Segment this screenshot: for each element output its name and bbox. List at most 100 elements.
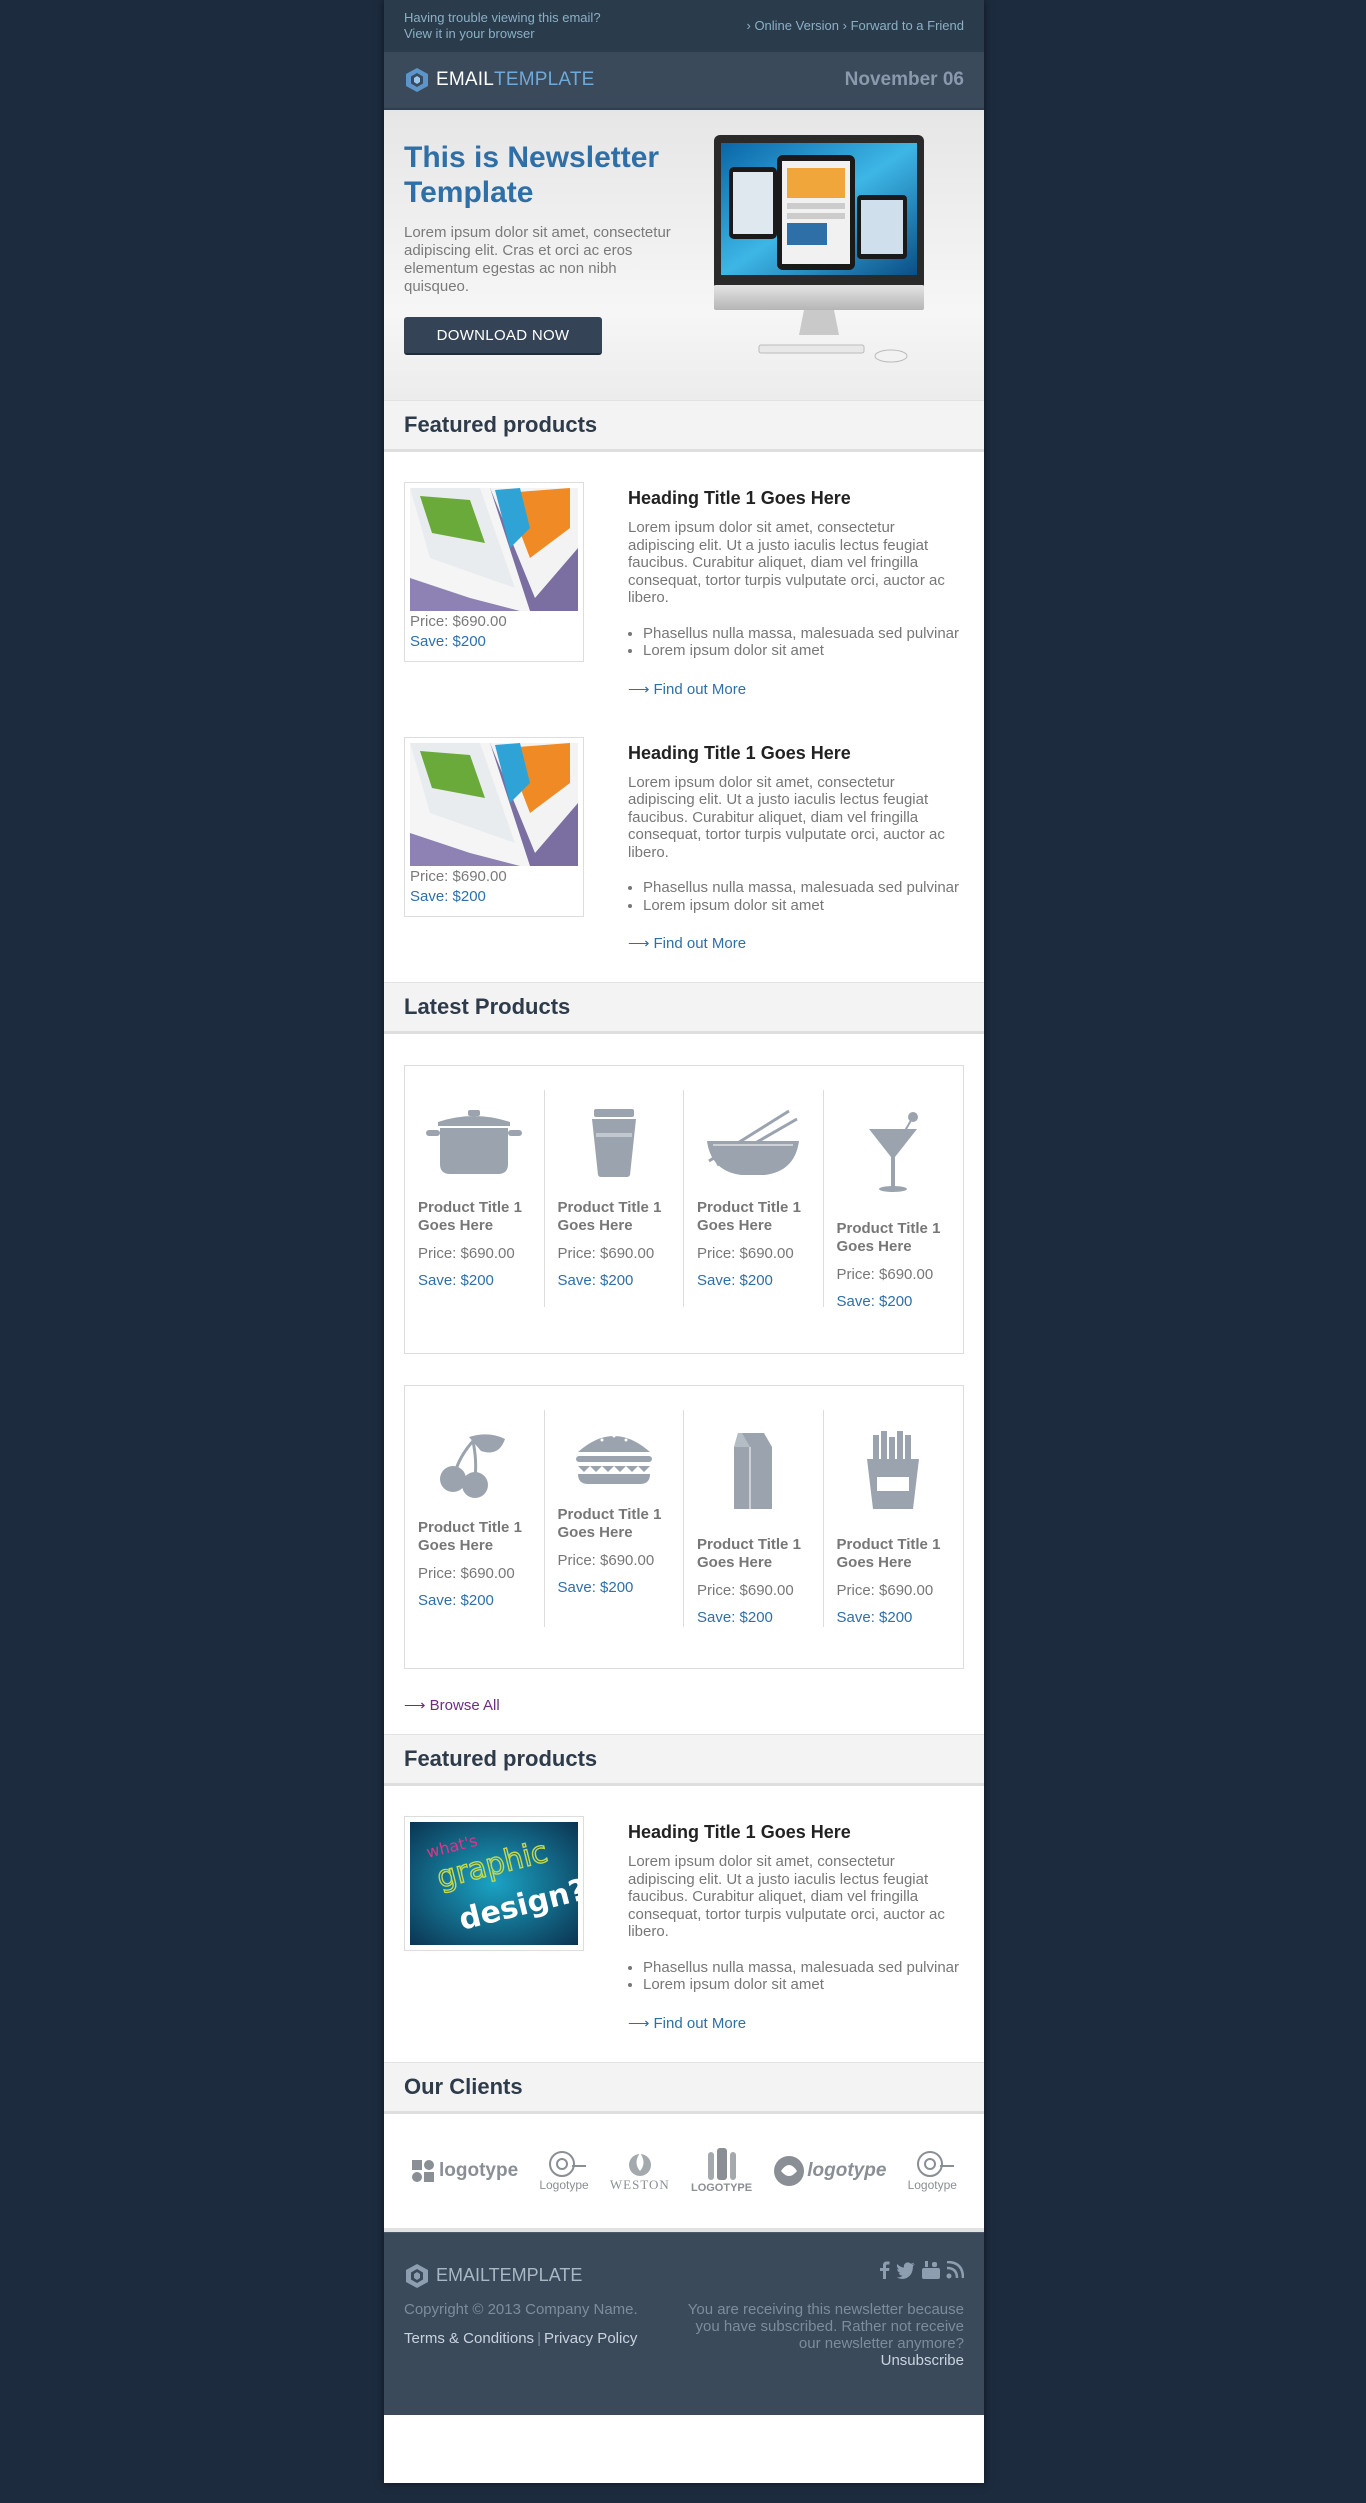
facebook-icon[interactable] (878, 2261, 890, 2279)
logo-text-bold: EMAIL (436, 69, 495, 90)
arrow-right-icon: ⟶ (628, 935, 650, 952)
hero-banner: This is Newsletter Template Lorem ipsum … (384, 110, 984, 400)
client-logo-text: WESTON (609, 2176, 670, 2192)
product-save: Save: $200 (836, 1609, 913, 1626)
product-title: Product Title 1 Goes Here (836, 1220, 941, 1255)
rss-icon[interactable] (946, 2260, 964, 2279)
featured-product-3: what's graphic design? Heading Title 1 G… (384, 1786, 984, 2033)
client-logo-text: logotype (439, 2159, 519, 2181)
hero-text: Lorem ipsum dolor sit amet, consectetur … (404, 224, 671, 295)
product-bullets: Phasellus nulla massa, malesuada sed pul… (643, 625, 964, 660)
client-logo[interactable]: Logotype (908, 2150, 957, 2192)
client-logo[interactable]: logotype (411, 2159, 518, 2183)
grid-product[interactable]: Product Title 1 Goes Here Price: $690.00… (824, 1090, 964, 1310)
grid-product[interactable]: Product Title 1 Goes Here Price: $690.00… (684, 1090, 824, 1307)
imac-devices-image (714, 135, 924, 363)
product-price: Price: $690.00 (418, 1245, 515, 1262)
social-icons (878, 2260, 964, 2279)
grid-product[interactable]: Product Title 1 Goes Here Price: $690.00… (405, 1090, 545, 1307)
grid-product[interactable]: Product Title 1 Goes Here Price: $690.00… (405, 1410, 545, 1627)
icon-slot (837, 1090, 951, 1216)
client-logo[interactable]: WESTON (610, 2149, 670, 2193)
grid-product[interactable]: Product Title 1 Goes Here Price: $690.00… (545, 1090, 684, 1307)
section-title: Featured products (404, 1746, 598, 1771)
product-details: Heading Title 1 Goes Here Lorem ipsum do… (628, 1816, 964, 2033)
section-header-latest: Latest Products (384, 982, 984, 1034)
product-price: Price: $690.00 (410, 867, 507, 885)
product-save: Save: $200 (557, 1272, 634, 1289)
find-out-more-link[interactable]: ⟶ Find out More (628, 934, 746, 952)
graphic-design-image: what's graphic design? (410, 1822, 578, 1945)
icon-slot (837, 1410, 951, 1532)
circle-logo-icon (774, 2155, 805, 2186)
client-logo-text: Logotype (907, 2177, 957, 2192)
product-title: Product Title 1 Goes Here (557, 1199, 662, 1234)
bullet-item: Lorem ipsum dolor sit amet (643, 1976, 964, 1994)
swirl-logo-icon (917, 2150, 955, 2177)
icon-slot (558, 1410, 671, 1502)
product-title: Product Title 1 Goes Here (697, 1536, 801, 1571)
brochure-image (410, 488, 578, 611)
bullet-item: Phasellus nulla massa, malesuada sed pul… (643, 879, 964, 897)
bullet-item: Lorem ipsum dolor sit amet (643, 897, 964, 915)
client-logo[interactable]: LOGOTYPE (691, 2147, 752, 2194)
view-in-browser-link[interactable]: View it in your browser (404, 26, 535, 41)
product-save: Save: $200 (418, 1272, 494, 1289)
section-header-featured: Featured products (384, 400, 984, 452)
unsubscribe-link[interactable]: Unsubscribe (684, 2352, 964, 2369)
section-title: Latest Products (404, 994, 571, 1019)
online-version-link[interactable]: › Online Version (747, 18, 840, 33)
product-price: Price: $690.00 (557, 1552, 655, 1569)
client-logo[interactable]: logotype (773, 2155, 886, 2187)
product-grid-row-2: Product Title 1 Goes Here Price: $690.00… (404, 1385, 964, 1669)
brand-logo[interactable]: EMAIL TEMPLATE (404, 67, 595, 93)
link-label: Find out More (653, 680, 747, 698)
grid-product[interactable]: Product Title 1 Goes Here Price: $690.00… (824, 1410, 964, 1627)
terms-link[interactable]: Terms & Conditions (404, 2330, 534, 2347)
client-logo[interactable]: Logotype (539, 2150, 589, 2192)
forward-to-friend-link[interactable]: › Forward to a Friend (843, 18, 964, 33)
burger-icon (575, 1434, 652, 1484)
icon-slot (418, 1090, 531, 1195)
section-header-clients: Our Clients (384, 2061, 984, 2114)
twitter-icon[interactable] (896, 2261, 916, 2279)
product-price: Price: $690.00 (836, 1582, 934, 1599)
email-header: EMAIL TEMPLATE November 06 (384, 52, 984, 110)
puzzle-logo-icon (412, 2159, 434, 2182)
bullet-item: Phasellus nulla massa, malesuada sed pul… (643, 625, 964, 643)
logo-text-light: TEMPLATE (494, 69, 595, 90)
product-heading: Heading Title 1 Goes Here (628, 1822, 851, 1842)
icon-slot (697, 1410, 810, 1532)
icon-slot (558, 1090, 671, 1195)
privacy-link[interactable]: Privacy Policy (544, 2330, 637, 2347)
divider: | (537, 2329, 541, 2347)
product-thumbnail[interactable]: Price: $690.00 Save: $200 (404, 736, 584, 917)
cup-icon (591, 1108, 636, 1177)
youtube-icon[interactable] (922, 2260, 940, 2279)
preheader-links: › Online Version › Forward to a Friend (747, 18, 965, 52)
browse-all-link[interactable]: ⟶ Browse All (404, 1696, 964, 1714)
swirl-logo-icon (549, 2150, 587, 2177)
product-description: Lorem ipsum dolor sit amet, consectetur … (628, 1853, 945, 1940)
product-title: Product Title 1 Goes Here (418, 1199, 522, 1234)
product-title: Product Title 1 Goes Here (557, 1506, 662, 1541)
client-logo-text: Logotype (539, 2177, 589, 2192)
product-save: Save: $200 (557, 1579, 634, 1596)
find-out-more-link[interactable]: ⟶ Find out More (628, 680, 746, 698)
product-price: Price: $690.00 (836, 1266, 934, 1283)
bullet-item: Phasellus nulla massa, malesuada sed pul… (643, 1959, 964, 1977)
notice-text: You are receiving this newsletter becaus… (687, 2300, 964, 2352)
arrow-right-icon: ⟶ (404, 1697, 430, 1714)
product-thumbnail[interactable]: what's graphic design? (404, 1816, 584, 1951)
grid-product[interactable]: Product Title 1 Goes Here Price: $690.00… (684, 1410, 824, 1627)
featured-product-2: Price: $690.00 Save: $200 Heading Title … (384, 699, 984, 954)
product-heading: Heading Title 1 Goes Here (628, 742, 851, 763)
product-thumbnail[interactable]: Price: $690.00 Save: $200 (404, 482, 584, 662)
product-description: Lorem ipsum dolor sit amet, consectetur … (628, 773, 945, 861)
section-header-featured: Featured products (384, 1734, 984, 1786)
product-save: Save: $200 (410, 887, 486, 905)
product-title: Product Title 1 Goes Here (418, 1519, 522, 1554)
grid-product[interactable]: Product Title 1 Goes Here Price: $690.00… (545, 1410, 684, 1627)
download-now-button[interactable]: DOWNLOAD NOW (404, 317, 602, 355)
find-out-more-link[interactable]: ⟶ Find out More (628, 2014, 746, 2032)
